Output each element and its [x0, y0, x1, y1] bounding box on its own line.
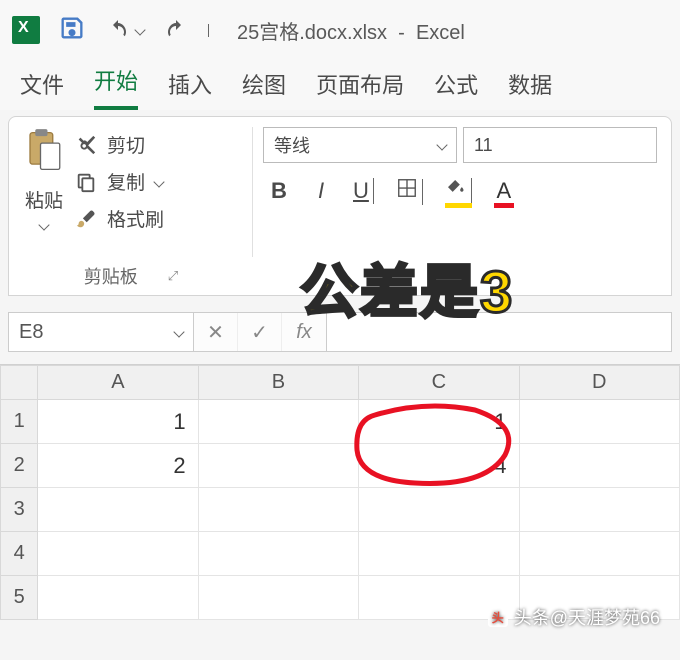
- scissors-icon: [75, 134, 97, 156]
- cell-b4[interactable]: [198, 532, 358, 576]
- col-header-c[interactable]: C: [359, 366, 519, 400]
- name-box[interactable]: E8: [8, 312, 194, 352]
- col-header-b[interactable]: B: [198, 366, 358, 400]
- format-painter-label: 格式刷: [107, 205, 164, 232]
- row-header-4[interactable]: 4: [1, 532, 38, 576]
- cell-b1[interactable]: [198, 400, 358, 444]
- name-box-value: E8: [19, 321, 43, 344]
- paste-label: 粘贴: [25, 186, 63, 213]
- cell-a4[interactable]: [38, 532, 198, 576]
- italic-button[interactable]: I: [311, 178, 331, 204]
- title-bar: 25宫格.docx.xlsx - Excel: [0, 0, 680, 60]
- accept-formula-button[interactable]: ✓: [238, 313, 282, 351]
- annotation-overlay: 公差是3: [300, 245, 514, 329]
- paste-icon: [23, 127, 65, 180]
- cell-d4[interactable]: [519, 532, 679, 576]
- row-header-3[interactable]: 3: [1, 488, 38, 532]
- chevron-down-icon: [471, 178, 472, 204]
- format-painter-button[interactable]: 格式刷: [75, 205, 164, 232]
- tab-home[interactable]: 开始: [94, 64, 138, 110]
- copy-button[interactable]: 复制: [75, 168, 164, 195]
- watermark-icon: 头: [488, 607, 508, 627]
- redo-button[interactable]: [162, 18, 190, 42]
- paste-button[interactable]: 粘贴: [23, 127, 65, 232]
- chevron-down-icon: [153, 176, 164, 187]
- copy-label: 复制: [107, 168, 145, 195]
- chevron-down-icon: [173, 326, 184, 337]
- chevron-down-icon: [208, 24, 209, 37]
- bold-button[interactable]: B: [269, 178, 289, 204]
- watermark: 头 头条@天涯梦苑66: [488, 604, 660, 630]
- row-header-5[interactable]: 5: [1, 576, 38, 620]
- tab-draw[interactable]: 绘图: [242, 68, 286, 110]
- cell-a2[interactable]: 2: [38, 444, 198, 488]
- font-size-value: 11: [474, 135, 493, 156]
- clipboard-group: 粘贴 剪切 复制 格式刷: [23, 127, 253, 257]
- chevron-down-icon: [373, 178, 374, 204]
- cell-d3[interactable]: [519, 488, 679, 532]
- cell-c3[interactable]: [359, 488, 519, 532]
- save-button[interactable]: [58, 14, 86, 47]
- cell-b3[interactable]: [198, 488, 358, 532]
- col-header-a[interactable]: A: [38, 366, 198, 400]
- excel-app-icon: [12, 16, 40, 44]
- font-color-button[interactable]: A: [494, 178, 514, 204]
- dialog-launcher-icon[interactable]: ⤢: [168, 268, 178, 284]
- brush-icon: [75, 208, 97, 230]
- bucket-icon: [445, 178, 467, 198]
- chevron-down-icon: [38, 219, 49, 230]
- qat-overflow-button[interactable]: [208, 24, 209, 36]
- cell-a1[interactable]: 1: [38, 400, 198, 444]
- cell-d2[interactable]: [519, 444, 679, 488]
- chevron-down-icon: [134, 24, 145, 35]
- cut-button[interactable]: 剪切: [75, 131, 164, 158]
- border-icon: [396, 177, 418, 199]
- tab-data[interactable]: 数据: [508, 68, 552, 110]
- tab-formula[interactable]: 公式: [434, 68, 478, 110]
- cell-c2[interactable]: 4: [359, 444, 519, 488]
- watermark-text: 头条@天涯梦苑66: [514, 604, 660, 630]
- cell-b2[interactable]: [198, 444, 358, 488]
- font-name-select[interactable]: 等线: [263, 127, 457, 163]
- cell-a5[interactable]: [38, 576, 198, 620]
- clipboard-group-label: 剪贴板 ⤢: [9, 263, 253, 289]
- tab-layout[interactable]: 页面布局: [316, 68, 404, 110]
- row-header-1[interactable]: 1: [1, 400, 38, 444]
- font-size-select[interactable]: 11: [463, 127, 657, 163]
- col-header-d[interactable]: D: [519, 366, 679, 400]
- cancel-formula-button[interactable]: ✕: [194, 313, 238, 351]
- select-all-corner[interactable]: [1, 366, 38, 400]
- cell-d1[interactable]: [519, 400, 679, 444]
- window-title: 25宫格.docx.xlsx - Excel: [237, 16, 465, 45]
- cell-c4[interactable]: [359, 532, 519, 576]
- undo-button[interactable]: [104, 18, 144, 42]
- cell-a3[interactable]: [38, 488, 198, 532]
- tab-insert[interactable]: 插入: [168, 68, 212, 110]
- cell-b5[interactable]: [198, 576, 358, 620]
- tab-file[interactable]: 文件: [20, 68, 64, 110]
- ribbon-tabs: 文件 开始 插入 绘图 页面布局 公式 数据: [0, 60, 680, 110]
- underline-button[interactable]: U: [353, 178, 374, 204]
- cell-c1[interactable]: 1: [359, 400, 519, 444]
- copy-icon: [75, 171, 97, 193]
- chevron-down-icon: [422, 179, 423, 205]
- fill-color-button[interactable]: [445, 178, 472, 204]
- spreadsheet-grid[interactable]: A B C D 1 1 1 2 2 4 3 4 5: [0, 364, 680, 620]
- font-name-value: 等线: [274, 132, 310, 158]
- border-button[interactable]: [396, 177, 423, 205]
- font-group: 等线 11 B I U: [263, 127, 657, 257]
- chevron-down-icon: [436, 139, 447, 150]
- cut-label: 剪切: [107, 131, 145, 158]
- row-header-2[interactable]: 2: [1, 444, 38, 488]
